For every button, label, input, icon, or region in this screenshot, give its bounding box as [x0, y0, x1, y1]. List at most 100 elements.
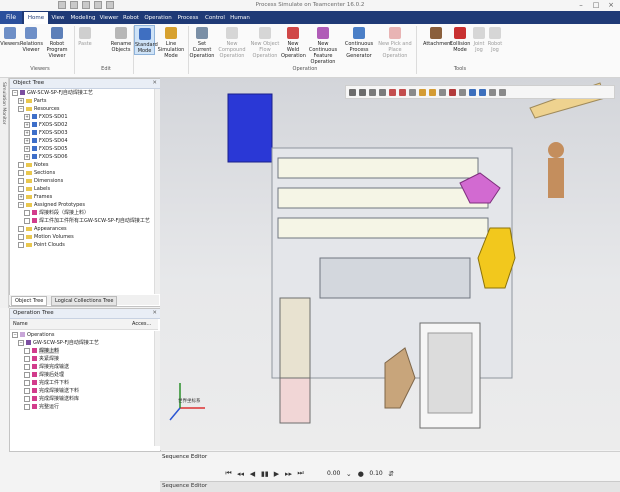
attachment-button[interactable]: Attachment: [423, 25, 452, 47]
line-simulation-mode-button[interactable]: Line Simulation Mode: [155, 25, 187, 59]
viewers-button[interactable]: Viewers: [0, 25, 20, 47]
operation-item[interactable]: − Operations: [12, 331, 55, 339]
operation-item[interactable]: 夹紧焊接: [24, 355, 59, 363]
snap-icon[interactable]: [449, 88, 456, 96]
tab-viewer[interactable]: Viewer: [98, 12, 120, 24]
rename-objects-button[interactable]: Rename Objects: [110, 25, 132, 53]
pause-icon[interactable]: ▮▮: [261, 470, 269, 478]
tree-item[interactable]: + FXDS-SD04: [24, 137, 68, 145]
operation-item[interactable]: 完成焊接输送料库: [24, 395, 79, 403]
operation-item[interactable]: 焊接完成输送: [24, 363, 69, 371]
interval-spin-icon[interactable]: ⇵: [388, 470, 395, 478]
jump-start-icon[interactable]: ⏮: [225, 469, 232, 478]
operation-item[interactable]: 完整运行: [24, 403, 59, 411]
new-object-flow-operation-button[interactable]: New Object Flow Operation: [249, 25, 281, 59]
conveyor-rail[interactable]: [277, 157, 479, 179]
tab-modeling[interactable]: Modeling: [68, 12, 98, 24]
section-icon[interactable]: [429, 88, 436, 96]
tree-item[interactable]: − GW-SCW-SP-FJ自动焊接工艺: [12, 89, 93, 97]
graphic-viewer[interactable]: 世界坐标系: [160, 78, 620, 450]
operation-item[interactable]: − GW-SCW-SP-FJ自动焊接工艺: [18, 339, 99, 347]
tab-object-tree[interactable]: Object Tree: [11, 296, 48, 306]
operation-item[interactable]: 焊接后处理: [24, 371, 64, 379]
fixture-table[interactable]: [319, 257, 471, 299]
maximize-button[interactable]: □: [589, 1, 603, 10]
operation-item[interactable]: 焊接上料: [24, 347, 154, 355]
standard-mode-button[interactable]: Standard Mode: [134, 25, 158, 55]
human-body[interactable]: [548, 158, 564, 198]
show-icon[interactable]: [499, 88, 506, 96]
conveyor-rail[interactable]: [277, 187, 489, 209]
tree-item[interactable]: Sections: [18, 169, 55, 177]
panel-pin-icon[interactable]: ✕: [152, 309, 157, 318]
tab-operation[interactable]: Operation: [142, 12, 174, 24]
new-weld-operation-button[interactable]: New Weld Operation: [281, 25, 306, 59]
tree-item[interactable]: + FXDS-SD05: [24, 145, 68, 153]
tree-item[interactable]: + FXDS-SD01: [24, 113, 68, 121]
pick-level-icon[interactable]: [399, 88, 406, 96]
tab-robot[interactable]: Robot: [120, 12, 142, 24]
zoom-out-icon[interactable]: [379, 88, 386, 96]
new-compound-operation-button[interactable]: New Compound Operation: [215, 25, 249, 59]
tree-item[interactable]: 焊工件加工件所有工GW-SCW-SP-FJ自动焊接工艺: [24, 217, 150, 225]
play-icon[interactable]: ▶: [273, 470, 280, 478]
tree-item[interactable]: + FXDS-SD06: [24, 153, 68, 161]
new-continuous-feature-operation-button[interactable]: New Continuous Feature Operation: [305, 25, 341, 65]
tab-control[interactable]: Control: [202, 12, 228, 24]
tree-item[interactable]: + Frames: [18, 193, 52, 201]
minimize-button[interactable]: –: [574, 1, 588, 10]
record-icon[interactable]: ●: [357, 470, 364, 478]
step-back-icon[interactable]: ◂◂: [237, 470, 244, 478]
welding-cell-inner[interactable]: [427, 332, 473, 414]
tab-process[interactable]: Process: [174, 12, 202, 24]
jump-end-icon[interactable]: ⏭: [297, 469, 304, 478]
scene-3d[interactable]: [160, 78, 620, 450]
step-forward-icon[interactable]: ▸▸: [285, 470, 292, 478]
tree-item[interactable]: + Parts: [18, 97, 46, 105]
view-cube-icon[interactable]: [409, 88, 416, 96]
tree-item[interactable]: 焊接料段（焊接上料）: [24, 209, 89, 217]
orient-icon[interactable]: [479, 88, 486, 96]
human-head[interactable]: [548, 142, 564, 158]
operation-item[interactable]: 完成工件下料: [24, 379, 69, 387]
tree-item[interactable]: Motion Volumes: [18, 233, 74, 241]
tab-human[interactable]: Human: [228, 12, 252, 24]
fit-icon[interactable]: [359, 88, 366, 96]
pink-cabinet[interactable]: [279, 377, 311, 424]
tab-logical-collections-tree[interactable]: Logical Collections Tree: [51, 296, 118, 306]
operation-item[interactable]: 完成焊接输送下料: [24, 387, 79, 395]
tree-item[interactable]: Notes: [18, 161, 48, 169]
robot-jog-button[interactable]: Robot Jog: [487, 25, 503, 53]
select-icon[interactable]: [389, 88, 396, 96]
light-icon[interactable]: [419, 88, 426, 96]
time-interval[interactable]: 0.10: [369, 470, 382, 477]
hide-icon[interactable]: [489, 88, 496, 96]
conveyor-rail[interactable]: [277, 217, 489, 239]
collision-mode-button[interactable]: Collision Mode: [449, 25, 471, 53]
play-back-icon[interactable]: ◀: [249, 470, 256, 478]
tab-file[interactable]: File: [0, 11, 22, 24]
tab-home[interactable]: Home: [24, 12, 48, 24]
close-button[interactable]: ×: [604, 1, 618, 10]
time-dropdown-icon[interactable]: ⌄: [345, 470, 352, 478]
tree-item[interactable]: − Assigned Prototypes: [18, 201, 85, 209]
new-pick-and-place-operation-button[interactable]: New Pick and Place Operation: [378, 25, 412, 59]
measure-icon[interactable]: [459, 88, 466, 96]
robot-program-viewer-button[interactable]: Robot Program Viewer: [42, 25, 72, 59]
continuous-process-generator-button[interactable]: Continuous Process Generator: [341, 25, 377, 59]
simulation-monitor-strip[interactable]: Simulation Monitor: [0, 78, 9, 308]
tree-item[interactable]: Point Clouds: [18, 241, 65, 249]
column-name-header[interactable]: Name: [13, 321, 28, 327]
relations-viewer-button[interactable]: Relations Viewer: [20, 25, 43, 53]
tab-view[interactable]: View: [48, 12, 68, 24]
set-current-operation-button[interactable]: Set Current Operation: [189, 25, 215, 59]
tree-item[interactable]: + FXDS-SD02: [24, 121, 68, 129]
tree-item[interactable]: Dimensions: [18, 177, 63, 185]
column-access-header[interactable]: Acces...: [132, 321, 151, 327]
tree-item[interactable]: Appearances: [18, 225, 67, 233]
joint-jog-button[interactable]: Joint Jog: [471, 25, 487, 53]
panel-pin-icon[interactable]: ✕: [152, 79, 157, 88]
render-icon[interactable]: [439, 88, 446, 96]
zoom-icon[interactable]: [349, 88, 356, 96]
paste-button[interactable]: Paste: [76, 25, 94, 47]
